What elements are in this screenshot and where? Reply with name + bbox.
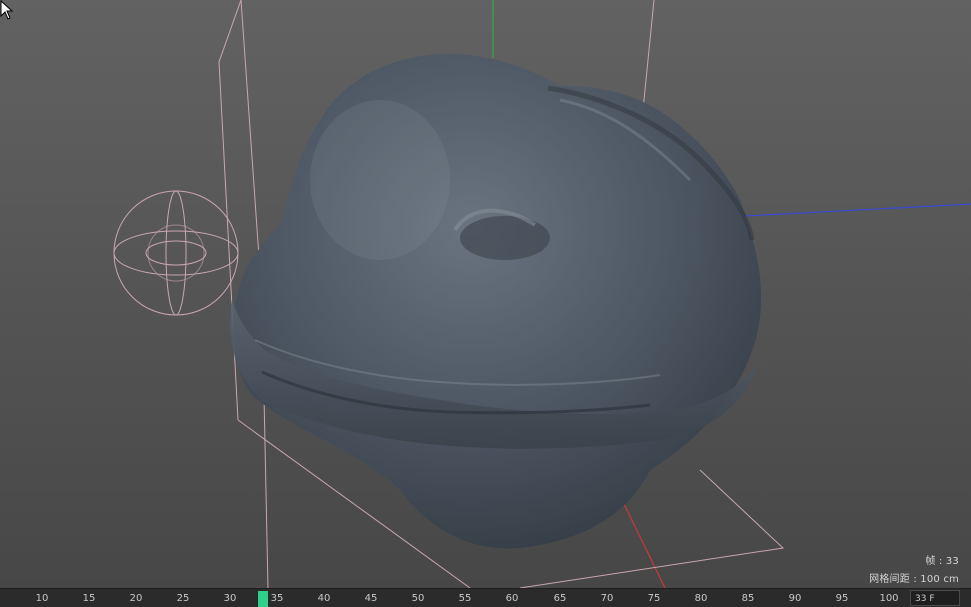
timeline-tick: 70 xyxy=(600,593,614,604)
timeline-tick: 100 xyxy=(879,593,899,604)
timeline-tick: 60 xyxy=(505,593,519,604)
viewport-scene xyxy=(0,0,971,588)
timeline-tick: 45 xyxy=(364,593,378,604)
timeline-tick: 35 xyxy=(270,593,284,604)
timeline-tick: 90 xyxy=(788,593,802,604)
timeline-tick: 20 xyxy=(129,593,143,604)
timeline-tick: 85 xyxy=(741,593,755,604)
current-frame-field[interactable]: 33 F xyxy=(910,590,960,606)
timeline-tick: 50 xyxy=(411,593,425,604)
mouse-cursor-icon xyxy=(0,0,14,20)
timeline-bar[interactable]: 10 15 20 25 30 35 40 45 50 55 60 65 70 7… xyxy=(0,588,971,607)
timeline-playhead[interactable] xyxy=(258,591,268,607)
timeline-tick: 75 xyxy=(647,593,661,604)
timeline-ruler[interactable]: 10 15 20 25 30 35 40 45 50 55 60 65 70 7… xyxy=(0,589,905,607)
timeline-tick: 10 xyxy=(35,593,49,604)
timeline-tick: 55 xyxy=(458,593,472,604)
timeline-tick: 40 xyxy=(317,593,331,604)
grid-spacing-readout: 网格间距 : 100 cm xyxy=(869,574,959,585)
timeline-tick: 15 xyxy=(82,593,96,604)
timeline-tick: 80 xyxy=(694,593,708,604)
frame-readout: 帧 : 33 xyxy=(925,556,959,567)
timeline-tick: 30 xyxy=(223,593,237,604)
timeline-tick: 25 xyxy=(176,593,190,604)
timeline-tick: 65 xyxy=(553,593,567,604)
3d-viewport[interactable]: 帧 : 33 网格间距 : 100 cm xyxy=(0,0,971,588)
timeline-tick: 95 xyxy=(835,593,849,604)
cinema4d-viewport-window: 帧 : 33 网格间距 : 100 cm 10 15 20 25 30 35 4… xyxy=(0,0,971,607)
